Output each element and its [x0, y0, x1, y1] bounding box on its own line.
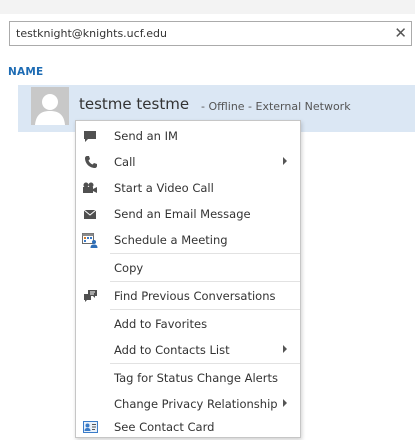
contact-name: testme testme [79, 95, 190, 113]
envelope-icon [82, 206, 98, 222]
person-silhouette-icon [31, 87, 69, 125]
menu-item-label: See Contact Card [114, 420, 215, 434]
phone-icon [82, 154, 98, 170]
menu-item-label: Tag for Status Change Alerts [114, 371, 278, 385]
menu-item-label: Find Previous Conversations [114, 289, 276, 303]
menu-item-call[interactable]: Call [76, 149, 300, 175]
avatar [31, 87, 69, 125]
conversation-history-icon [82, 288, 98, 304]
menu-separator [110, 309, 300, 310]
submenu-arrow-icon [283, 399, 287, 407]
search-box[interactable]: ✕ [9, 21, 412, 46]
submenu-arrow-icon [283, 157, 287, 165]
calendar-meeting-icon [82, 232, 98, 248]
context-menu: Send an IM Call Start a Video Call Send … [75, 120, 301, 438]
menu-item-label: Copy [114, 261, 144, 275]
menu-item-start-video-call[interactable]: Start a Video Call [76, 175, 300, 201]
menu-item-add-to-favorites[interactable]: Add to Favorites [76, 311, 300, 337]
menu-item-see-contact-card[interactable]: See Contact Card [76, 414, 300, 440]
menu-separator [110, 253, 300, 254]
contact-status: - Offline - External Network [201, 100, 351, 113]
menu-item-label: Call [114, 155, 136, 169]
section-header-name: NAME [8, 66, 44, 78]
menu-item-add-to-contacts-list[interactable]: Add to Contacts List [76, 337, 300, 363]
menu-item-label: Add to Contacts List [114, 343, 230, 357]
search-input[interactable] [16, 25, 376, 42]
menu-item-label: Send an IM [114, 129, 178, 143]
menu-separator [110, 363, 300, 364]
menu-item-label: Change Privacy Relationship [114, 397, 278, 411]
menu-item-send-im[interactable]: Send an IM [76, 123, 300, 149]
submenu-arrow-icon [283, 345, 287, 353]
menu-item-label: Start a Video Call [114, 181, 214, 195]
menu-item-label: Schedule a Meeting [114, 233, 228, 247]
menu-separator [110, 281, 300, 282]
contact-card-icon [82, 419, 98, 435]
menu-item-schedule-meeting[interactable]: Schedule a Meeting [76, 227, 300, 253]
close-icon[interactable]: ✕ [394, 23, 407, 43]
video-camera-icon [82, 180, 98, 196]
top-bar [0, 0, 415, 14]
menu-item-find-previous-conversations[interactable]: Find Previous Conversations [76, 283, 300, 309]
menu-item-send-email[interactable]: Send an Email Message [76, 201, 300, 227]
menu-item-label: Add to Favorites [114, 317, 208, 331]
menu-item-label: Send an Email Message [114, 207, 251, 221]
menu-item-tag-status-alerts[interactable]: Tag for Status Change Alerts [76, 365, 300, 391]
menu-item-copy[interactable]: Copy [76, 255, 300, 281]
chat-icon [82, 128, 98, 144]
